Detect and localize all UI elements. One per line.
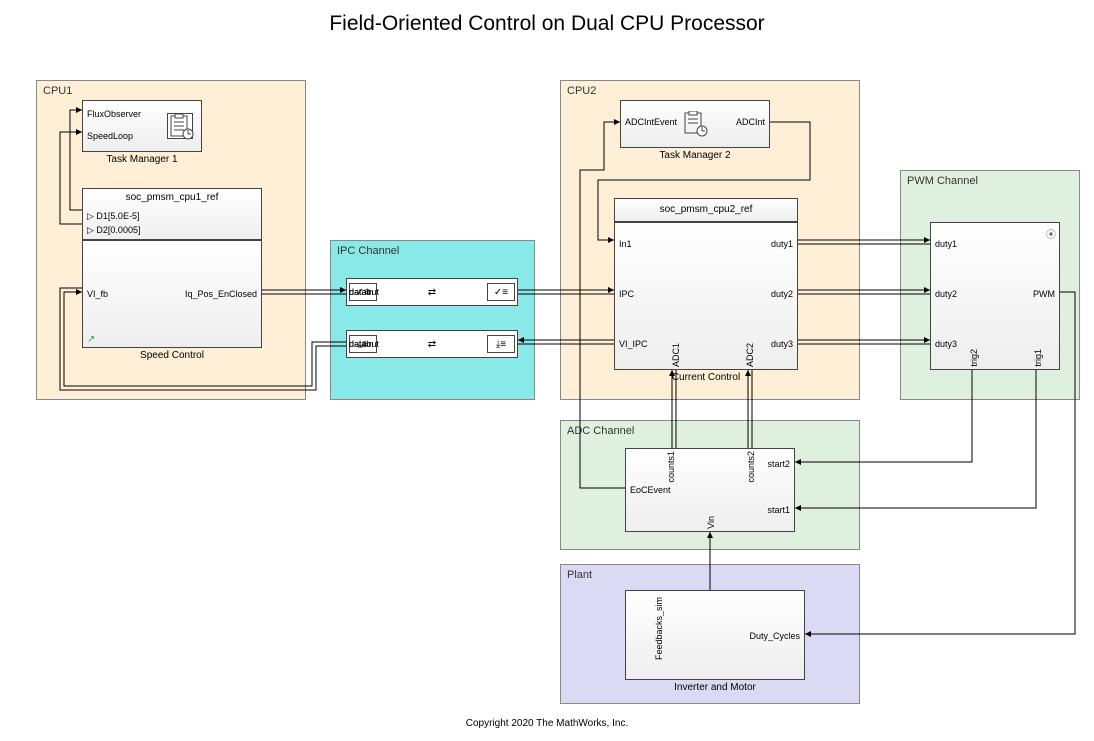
plant-duty: Duty_Cycles — [749, 631, 800, 641]
plant-label: Inverter and Motor — [625, 682, 805, 693]
copyright-text: Copyright 2020 The MathWorks, Inc. — [0, 718, 1094, 729]
adc-c1: counts1 — [666, 451, 676, 483]
clipboard-icon — [682, 111, 708, 142]
arrows-icon: ⇄ — [428, 288, 436, 297]
tm1-label: Task Manager 1 — [82, 154, 202, 165]
block-task-manager-2[interactable]: ADCIntEvent ADCInt — [620, 100, 770, 148]
group-pwm-title: PWM Channel — [907, 175, 978, 187]
tm2-label: Task Manager 2 — [620, 150, 770, 161]
tm2-out: ADCInt — [736, 117, 765, 127]
wifi-icon: ⦿ — [1046, 226, 1056, 241]
speed-in-vi: VI_fb — [87, 289, 108, 299]
group-cpu2-title: CPU2 — [567, 85, 596, 97]
plant-fb: Feedbacks_sim — [654, 597, 664, 660]
adc-vin: Vin — [706, 516, 716, 529]
curr-d2: duty2 — [771, 289, 793, 299]
speed-d1: ▷ D1[5.0E-5] — [87, 209, 139, 223]
block-ipc-forward[interactable]: datain ✓≡ ⇄ ✓≡ dataout — [346, 278, 518, 306]
block-speed-control[interactable]: VI_fb Iq_Pos_EnClosed ↗ — [82, 240, 262, 348]
pwm-pwm: PWM — [1033, 289, 1055, 299]
signal-icon: ⤓≡ — [487, 335, 515, 353]
group-ipc-title: IPC Channel — [337, 245, 399, 257]
block-current-control[interactable]: In1 IPC VI_IPC duty1 duty2 duty3 ADC1 AD… — [614, 222, 798, 370]
group-plant-title: Plant — [567, 569, 592, 581]
block-ipc-reverse[interactable]: dataout ⤓≡ ⇄ ⤓≡ datain — [346, 330, 518, 358]
block-task-manager-1[interactable]: FluxObserver SpeedLoop — [82, 100, 202, 152]
block-inverter-motor[interactable]: Feedbacks_sim Duty_Cycles — [625, 590, 805, 680]
adc-s2: start2 — [767, 459, 790, 469]
tm2-in: ADCIntEvent — [625, 117, 677, 127]
speed-out-iq: Iq_Pos_EnClosed — [185, 289, 257, 299]
group-ipc: IPC Channel — [330, 240, 535, 400]
speed-ref-name: soc_pmsm_cpu1_ref — [83, 189, 261, 205]
curr-vi: VI_IPC — [619, 339, 648, 349]
arrows-icon: ⇄ — [428, 340, 436, 349]
adc-c2: counts2 — [746, 451, 756, 483]
adc-s1: start1 — [767, 505, 790, 515]
curr-ipc: IPC — [619, 289, 634, 299]
speed-d2: ▷ D2[0.0005] — [87, 223, 140, 237]
curr-ref-header[interactable]: soc_pmsm_cpu2_ref — [614, 198, 798, 222]
ipc-bot-datain: datain — [349, 339, 374, 349]
curr-d3: duty3 — [771, 339, 793, 349]
clipboard-icon — [167, 113, 193, 139]
block-pwm[interactable]: duty1 duty2 duty3 PWM trig2 trig1 ⦿ — [930, 222, 1060, 370]
curr-adc2: ADC2 — [745, 343, 755, 367]
group-adc-title: ADC Channel — [567, 425, 634, 437]
pwm-d3: duty3 — [935, 339, 957, 349]
tm1-port-speed: SpeedLoop — [87, 131, 133, 141]
pwm-trig1: trig1 — [1033, 349, 1043, 367]
curr-adc1: ADC1 — [671, 343, 681, 367]
curr-d1: duty1 — [771, 239, 793, 249]
curr-ref-name: soc_pmsm_cpu2_ref — [615, 199, 797, 217]
group-cpu1-title: CPU1 — [43, 85, 72, 97]
ipc-top-dataout: dataout — [349, 287, 379, 297]
check-icon: ✓≡ — [487, 283, 515, 301]
curr-label: Current Control — [614, 372, 798, 383]
pwm-trig2: trig2 — [969, 349, 979, 367]
block-adc[interactable]: EoCEvent counts1 counts2 start2 start1 V… — [625, 448, 795, 532]
tm1-port-flux: FluxObserver — [87, 109, 141, 119]
speed-ref-header[interactable]: soc_pmsm_cpu1_ref ▷ D1[5.0E-5] ▷ D2[0.00… — [82, 188, 262, 240]
pwm-d2: duty2 — [935, 289, 957, 299]
link-icon: ↗ — [87, 334, 95, 345]
adc-eoc: EoCEvent — [630, 485, 671, 495]
curr-in1: In1 — [619, 239, 632, 249]
pwm-d1: duty1 — [935, 239, 957, 249]
diagram-title: Field-Oriented Control on Dual CPU Proce… — [0, 12, 1094, 36]
speed-label: Speed Control — [82, 350, 262, 361]
